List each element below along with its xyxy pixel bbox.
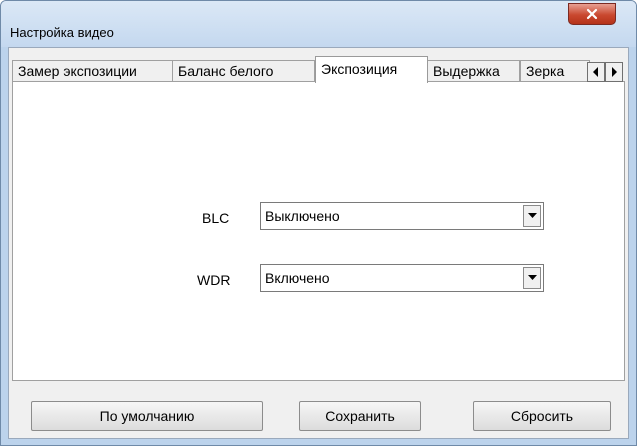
blc-value: Выключено <box>265 208 340 224</box>
tab-shutter[interactable]: Выдержка <box>427 60 520 82</box>
window-title: Настройка видео <box>10 25 114 40</box>
tab-scroll-right-button[interactable] <box>605 62 623 82</box>
exposure-tab-panel: BLC Выключено WDR Включено <box>12 81 625 381</box>
tab-white-balance[interactable]: Баланс белого <box>172 60 315 82</box>
dialog-content: Замер экспозиции Баланс белого Экспозици… <box>8 47 629 439</box>
save-button[interactable]: Сохранить <box>299 401 421 431</box>
chevron-down-icon <box>527 213 537 218</box>
video-settings-window: Настройка видео Замер экспозиции Баланс … <box>0 0 637 446</box>
wdr-dropdown-button[interactable] <box>523 267 541 289</box>
tab-strip: Замер экспозиции Баланс белого Экспозици… <box>9 56 628 83</box>
reset-button[interactable]: Сбросить <box>473 401 611 431</box>
button-bar: По умолчанию Сохранить Сбросить <box>9 392 628 438</box>
tab-scroll-arrows <box>587 62 623 82</box>
chevron-down-icon <box>527 275 537 280</box>
tab-mirror[interactable]: Зерка <box>520 60 590 82</box>
wdr-select[interactable]: Включено <box>260 264 544 292</box>
wdr-value: Включено <box>265 270 330 286</box>
arrow-left-icon <box>593 67 598 77</box>
blc-label: BLC <box>202 210 230 226</box>
blc-dropdown-button[interactable] <box>523 205 541 227</box>
tab-exposure[interactable]: Экспозиция <box>315 56 428 83</box>
close-button[interactable] <box>568 3 616 25</box>
blc-select[interactable]: Выключено <box>260 202 544 230</box>
close-icon <box>586 8 598 20</box>
wdr-label: WDR <box>197 272 231 288</box>
tab-exposure-metering[interactable]: Замер экспозиции <box>12 60 173 82</box>
arrow-right-icon <box>612 67 617 77</box>
default-button[interactable]: По умолчанию <box>31 401 263 431</box>
tab-scroll-left-button[interactable] <box>587 62 605 82</box>
title-bar[interactable]: Настройка видео <box>1 1 636 47</box>
